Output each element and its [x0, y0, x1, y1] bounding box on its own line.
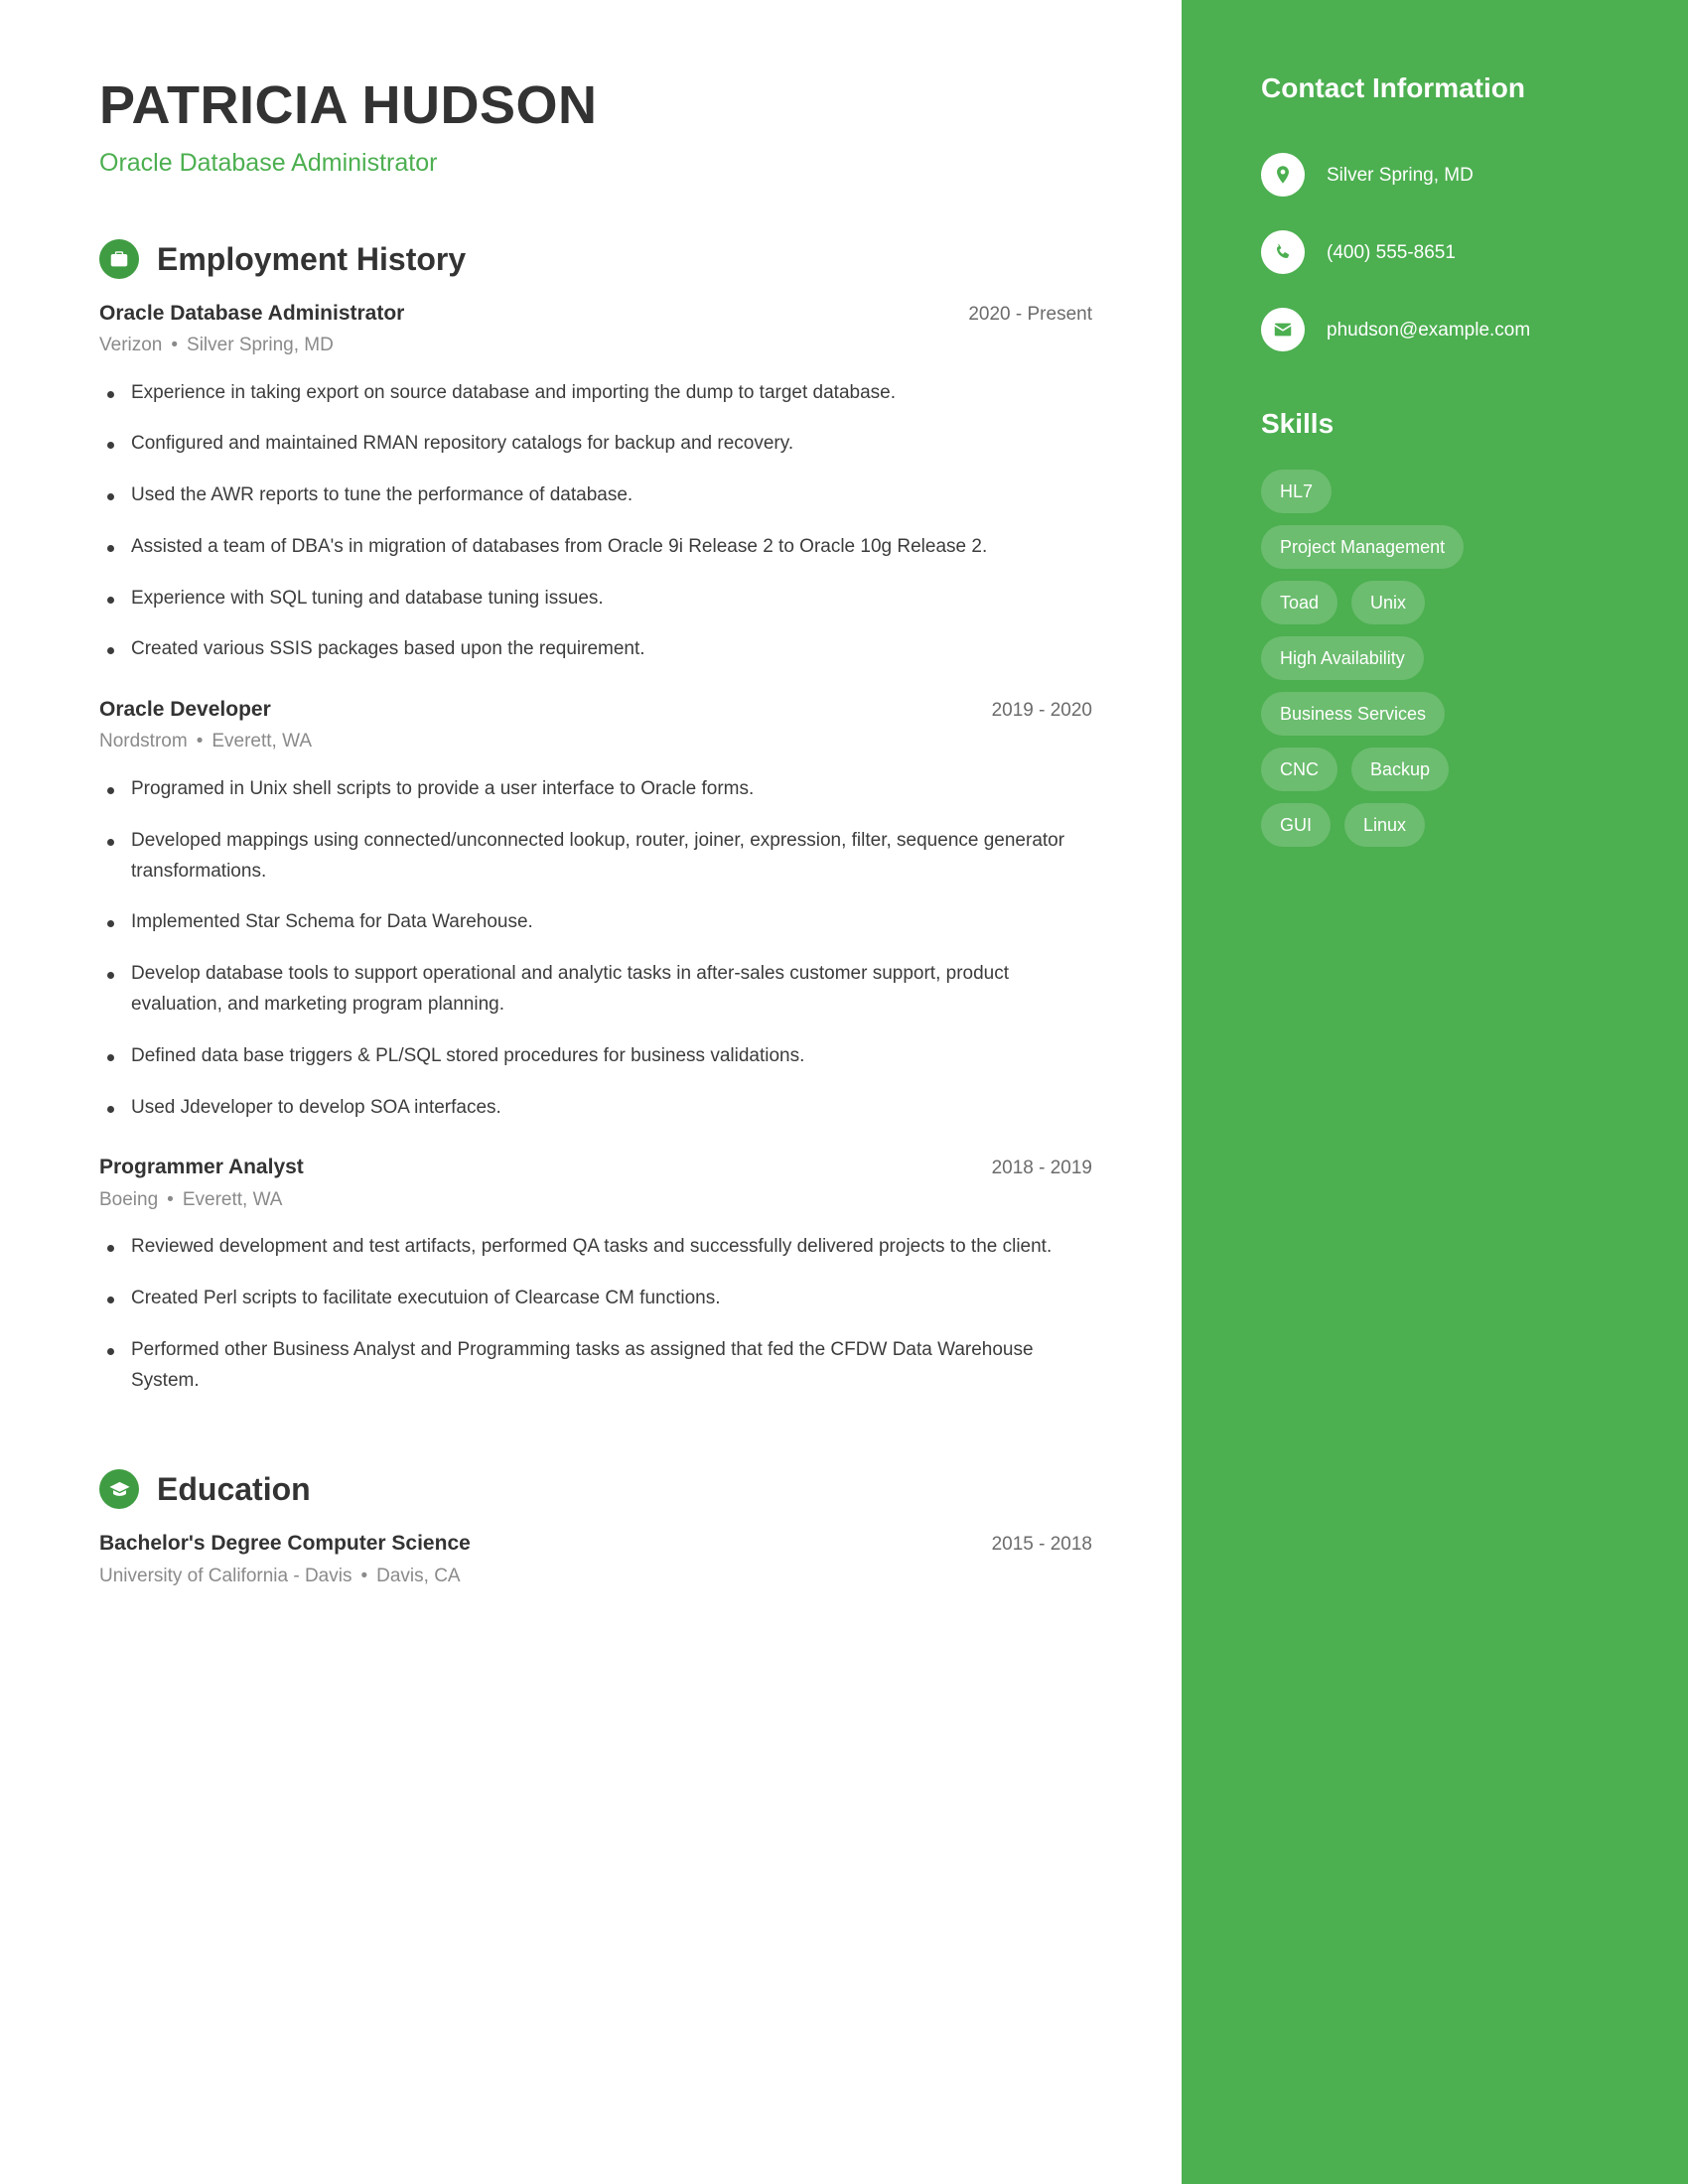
list-item: Configured and maintained RMAN repositor… [99, 429, 1074, 460]
entry-date-range: 2015 - 2018 [991, 1534, 1092, 1556]
list-item: Developed mappings using connected/uncon… [99, 826, 1074, 887]
resume-page: PATRICIA HUDSON Oracle Database Administ… [0, 0, 1688, 2184]
main-column: PATRICIA HUDSON Oracle Database Administ… [0, 0, 1182, 2184]
section-title-text: Employment History [157, 240, 467, 277]
entry-location: Everett, WA [211, 731, 312, 752]
contact-email-value: phudson@example.com [1327, 319, 1531, 341]
list-item: Implemented Star Schema for Data Warehou… [99, 907, 1074, 938]
education-entry: Bachelor's Degree Computer Science 2015 … [99, 1531, 1092, 1588]
entry-company-location: Nordstrom • Everett, WA [99, 730, 1092, 754]
separator-dot: • [171, 334, 179, 355]
entry-degree-title: Bachelor's Degree Computer Science [99, 1532, 471, 1556]
employment-entry: Oracle Database Administrator 2020 - Pre… [99, 301, 1092, 666]
briefcase-icon [99, 238, 139, 279]
sidebar: Contact Information Silver Spring, MD (4… [1182, 0, 1688, 2184]
entry-job-title: Programmer Analyst [99, 1156, 304, 1179]
list-item: Created Perl scripts to facilitate execu… [99, 1284, 1074, 1314]
entry-date-range: 2020 - Present [968, 303, 1092, 325]
contact-information-heading: Contact Information [1261, 72, 1525, 103]
skills-heading: Skills [1261, 407, 1335, 439]
employment-entry: Programmer Analyst 2018 - 2019 Boeing • Ev… [99, 1155, 1092, 1396]
entry-company: Nordstrom [99, 731, 188, 752]
entry-bullet-list: Experience in taking export on source da… [99, 378, 1092, 666]
section-title-text: Education [157, 1471, 311, 1508]
entry-date-range: 2018 - 2019 [991, 1158, 1092, 1179]
contact-item-phone: (400) 555-8651 [1261, 229, 1628, 274]
skill-pill: Toad [1261, 581, 1338, 625]
contact-location-value: Silver Spring, MD [1327, 164, 1474, 186]
entry-date-range: 2019 - 2020 [991, 700, 1092, 722]
entry-school-location: University of California - Davis • Davis, … [99, 1565, 1092, 1589]
list-item: Programed in Unix shell scripts to provi… [99, 774, 1074, 805]
list-item: Reviewed development and test artifacts,… [99, 1232, 1074, 1263]
skill-pill: Backup [1351, 748, 1450, 792]
phone-icon [1261, 229, 1305, 274]
entry-job-title: Oracle Developer [99, 698, 271, 722]
separator-dot: • [167, 1188, 174, 1210]
skill-pill: High Availability [1261, 636, 1424, 681]
envelope-icon [1261, 307, 1305, 351]
separator-dot: • [360, 1565, 368, 1586]
list-item: Defined data base triggers & PL/SQL stor… [99, 1041, 1074, 1072]
list-item: Assisted a team of DBA's in migration of… [99, 532, 1074, 563]
entry-bullet-list: Reviewed development and test artifacts,… [99, 1232, 1092, 1396]
entry-header: Oracle Developer 2019 - 2020 [99, 697, 1092, 723]
education-heading: Education [99, 1469, 1092, 1510]
entry-header: Bachelor's Degree Computer Science 2015 … [99, 1531, 1092, 1557]
list-item: Created various SSIS packages based upon… [99, 634, 1074, 665]
skill-pill: HL7 [1261, 470, 1333, 514]
skill-pill: Linux [1344, 803, 1426, 848]
entry-location: Davis, CA [376, 1565, 461, 1586]
contact-item-email: phudson@example.com [1261, 307, 1628, 351]
list-item: Used the AWR reports to tune the perform… [99, 480, 1074, 511]
skills-list: HL7 Project Management Toad Unix High Av… [1261, 470, 1529, 848]
contact-list: Silver Spring, MD (400) 555-8651 phudson… [1261, 152, 1628, 351]
entry-company-location: Boeing • Everett, WA [99, 1188, 1092, 1213]
entry-company: Boeing [99, 1188, 159, 1210]
skill-pill: Project Management [1261, 525, 1465, 570]
professional-title: Oracle Database Administrator [99, 148, 438, 177]
entry-location: Everett, WA [182, 1188, 283, 1210]
contact-item-location: Silver Spring, MD [1261, 152, 1628, 197]
graduation-cap-icon [99, 1469, 139, 1510]
location-pin-icon [1261, 152, 1305, 197]
list-item: Performed other Business Analyst and Pro… [99, 1335, 1074, 1397]
separator-dot: • [196, 731, 204, 752]
entry-bullet-list: Programed in Unix shell scripts to provi… [99, 774, 1092, 1123]
employment-entries: Oracle Database Administrator 2020 - Pre… [99, 301, 1092, 1397]
list-item: Develop database tools to support operat… [99, 959, 1074, 1021]
skill-pill: GUI [1261, 803, 1332, 848]
employment-history-heading: Employment History [99, 238, 1092, 279]
skill-pill: CNC [1261, 748, 1337, 792]
education-section: Education Bachelor's Degree Computer Sci… [99, 1469, 1092, 1588]
contact-phone-value: (400) 555-8651 [1327, 241, 1456, 263]
entry-job-title: Oracle Database Administrator [99, 301, 405, 325]
entry-company-location: Verizon • Silver Spring, MD [99, 334, 1092, 358]
employment-entry: Oracle Developer 2019 - 2020 Nordstrom • E… [99, 697, 1092, 1123]
employment-history-section: Employment History Oracle Database Admin… [99, 238, 1092, 1397]
entry-location: Silver Spring, MD [187, 334, 334, 355]
list-item: Experience in taking export on source da… [99, 378, 1074, 409]
entry-header: Programmer Analyst 2018 - 2019 [99, 1155, 1092, 1180]
entry-company: Verizon [99, 334, 163, 355]
page-title: PATRICIA HUDSON [99, 75, 598, 135]
skill-pill: Unix [1351, 581, 1426, 625]
entry-header: Oracle Database Administrator 2020 - Pre… [99, 301, 1092, 327]
list-item: Experience with SQL tuning and database … [99, 584, 1074, 614]
skill-pill: Business Services [1261, 692, 1446, 737]
list-item: Used Jdeveloper to develop SOA interface… [99, 1093, 1074, 1124]
entry-school: University of California - Davis [99, 1565, 352, 1586]
